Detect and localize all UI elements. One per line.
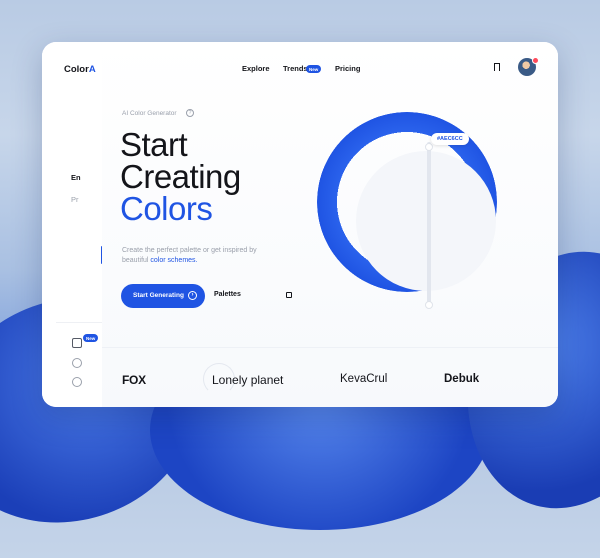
dribbble-icon[interactable] [72, 358, 82, 368]
brand-strip: FOX Lonely planet KevaCrul Debuk [102, 347, 558, 407]
nav-pricing[interactable]: Pricing [335, 64, 360, 73]
sidebar: ColorA En Pr New [42, 42, 103, 407]
logo-text: Color [64, 64, 89, 75]
color-ring-center [356, 151, 496, 291]
brand-logo: Debuk [444, 373, 480, 385]
brand-logo: FOX [122, 373, 146, 387]
sidebar-divider [56, 322, 102, 323]
instagram-icon[interactable] [72, 338, 82, 348]
language-en[interactable]: En [71, 173, 81, 182]
bookmark-icon[interactable] [494, 63, 500, 74]
hero-eyebrow: AI Color Generator [122, 110, 177, 117]
hero-title-line2: Creating [120, 158, 241, 195]
palettes-button[interactable]: Palettes [214, 291, 241, 298]
brand-logo: KevaCrul [340, 373, 388, 385]
start-generating-label: Start Generating [133, 292, 184, 299]
logo-accent: A [88, 64, 96, 75]
color-slider-track[interactable] [427, 142, 431, 307]
info-icon[interactable]: ? [186, 109, 194, 117]
nav-trends[interactable]: Trends [283, 64, 308, 73]
nav-explore[interactable]: Explore [242, 64, 270, 73]
desc-highlight: color schemes. [150, 257, 198, 264]
new-badge: New [306, 65, 322, 73]
pinterest-icon[interactable] [72, 377, 82, 387]
copy-icon[interactable] [286, 292, 292, 298]
start-generating-button[interactable]: Start Generating › [121, 284, 205, 308]
logo[interactable]: ColorA [64, 64, 96, 75]
hex-value-tag: #AEC6CC [431, 133, 469, 145]
brand-logo: Lonely planet [212, 373, 284, 387]
hero-title-line3: Colors [120, 190, 213, 227]
hero-description: Create the perfect palette or get inspir… [122, 246, 262, 266]
notification-dot [532, 57, 539, 64]
slider-handle-bottom[interactable] [425, 301, 433, 309]
hero-title-line1: Start [120, 126, 188, 163]
arrow-right-icon: › [188, 291, 197, 300]
app-window: ColorA En Pr New Explore Trends New Pric… [42, 42, 558, 407]
language-pr[interactable]: Pr [71, 195, 79, 204]
slider-handle-top[interactable] [425, 143, 433, 151]
new-badge: New [83, 334, 99, 342]
main-content: Explore Trends New Pricing AI Color Gene… [102, 42, 558, 407]
